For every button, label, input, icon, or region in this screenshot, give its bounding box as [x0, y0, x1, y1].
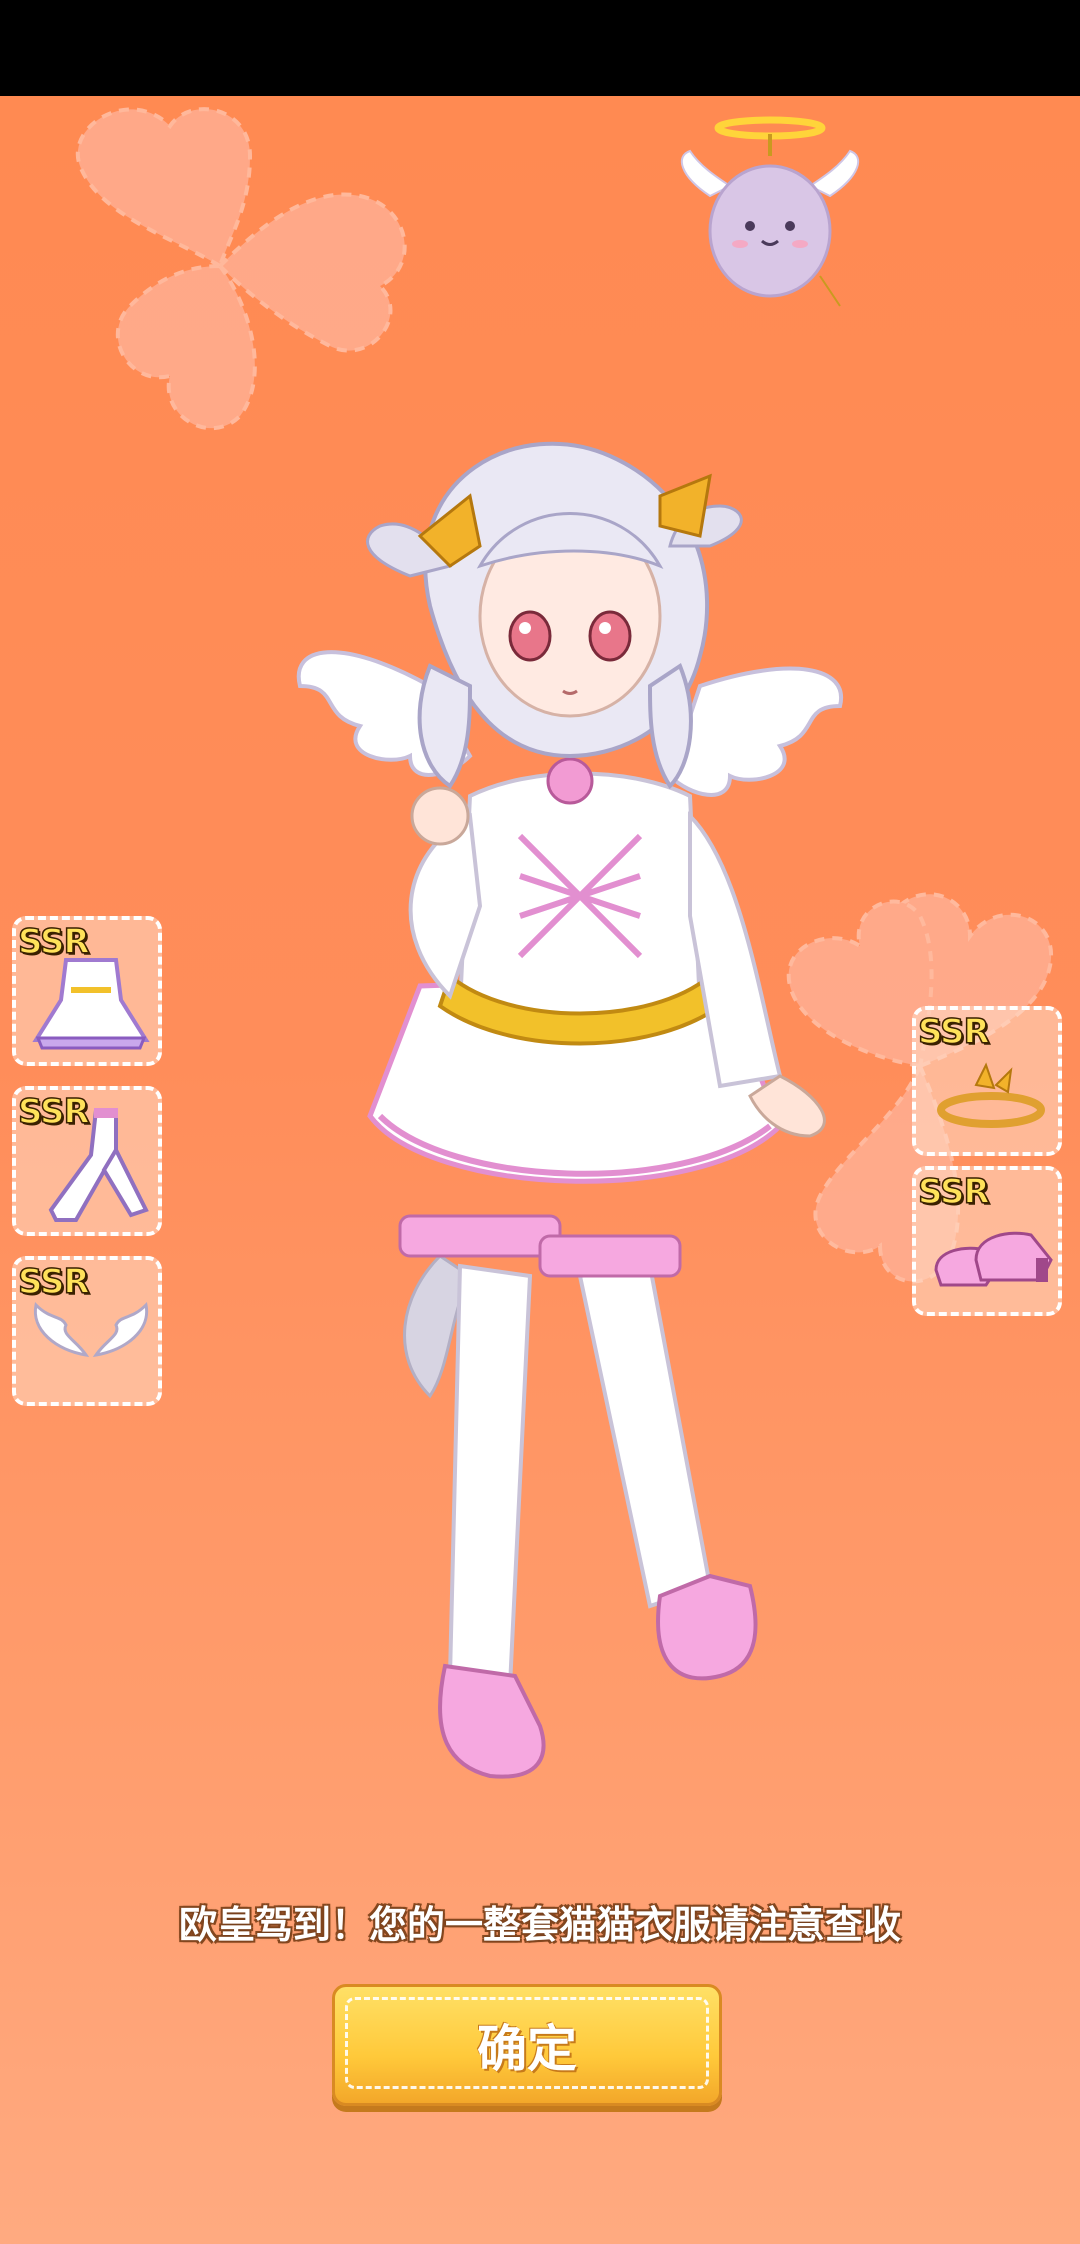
reward-item-headband[interactable]: SSR: [912, 1006, 1062, 1156]
reward-item-wings[interactable]: SSR: [12, 1256, 162, 1406]
rarity-badge: SSR: [917, 1171, 990, 1213]
confirm-button-label: 确定: [477, 2020, 577, 2078]
character-avatar: [296, 441, 844, 1779]
confirm-button[interactable]: 确定: [332, 1984, 722, 2106]
status-bar: [0, 0, 1080, 96]
reward-item-stockings[interactable]: SSR: [12, 1086, 162, 1236]
reward-item-dress[interactable]: SSR: [12, 916, 162, 1066]
rarity-badge: SSR: [917, 1011, 990, 1053]
reward-message: 欧皇驾到！您的一整套猫猫衣服请注意查收: [178, 1903, 901, 1947]
rarity-badge: SSR: [17, 1091, 90, 1133]
rarity-badge: SSR: [17, 1261, 90, 1303]
game-stage: SSR SSR SSR SSR SSR 欧皇驾到！您的一整套猫猫衣服请注意查收 …: [0, 96, 1080, 2244]
reward-item-shoes[interactable]: SSR: [912, 1166, 1062, 1316]
angel-cat-mascot-icon: [680, 116, 860, 307]
clover-decoration-icon: [75, 107, 407, 431]
rarity-badge: SSR: [17, 921, 90, 963]
